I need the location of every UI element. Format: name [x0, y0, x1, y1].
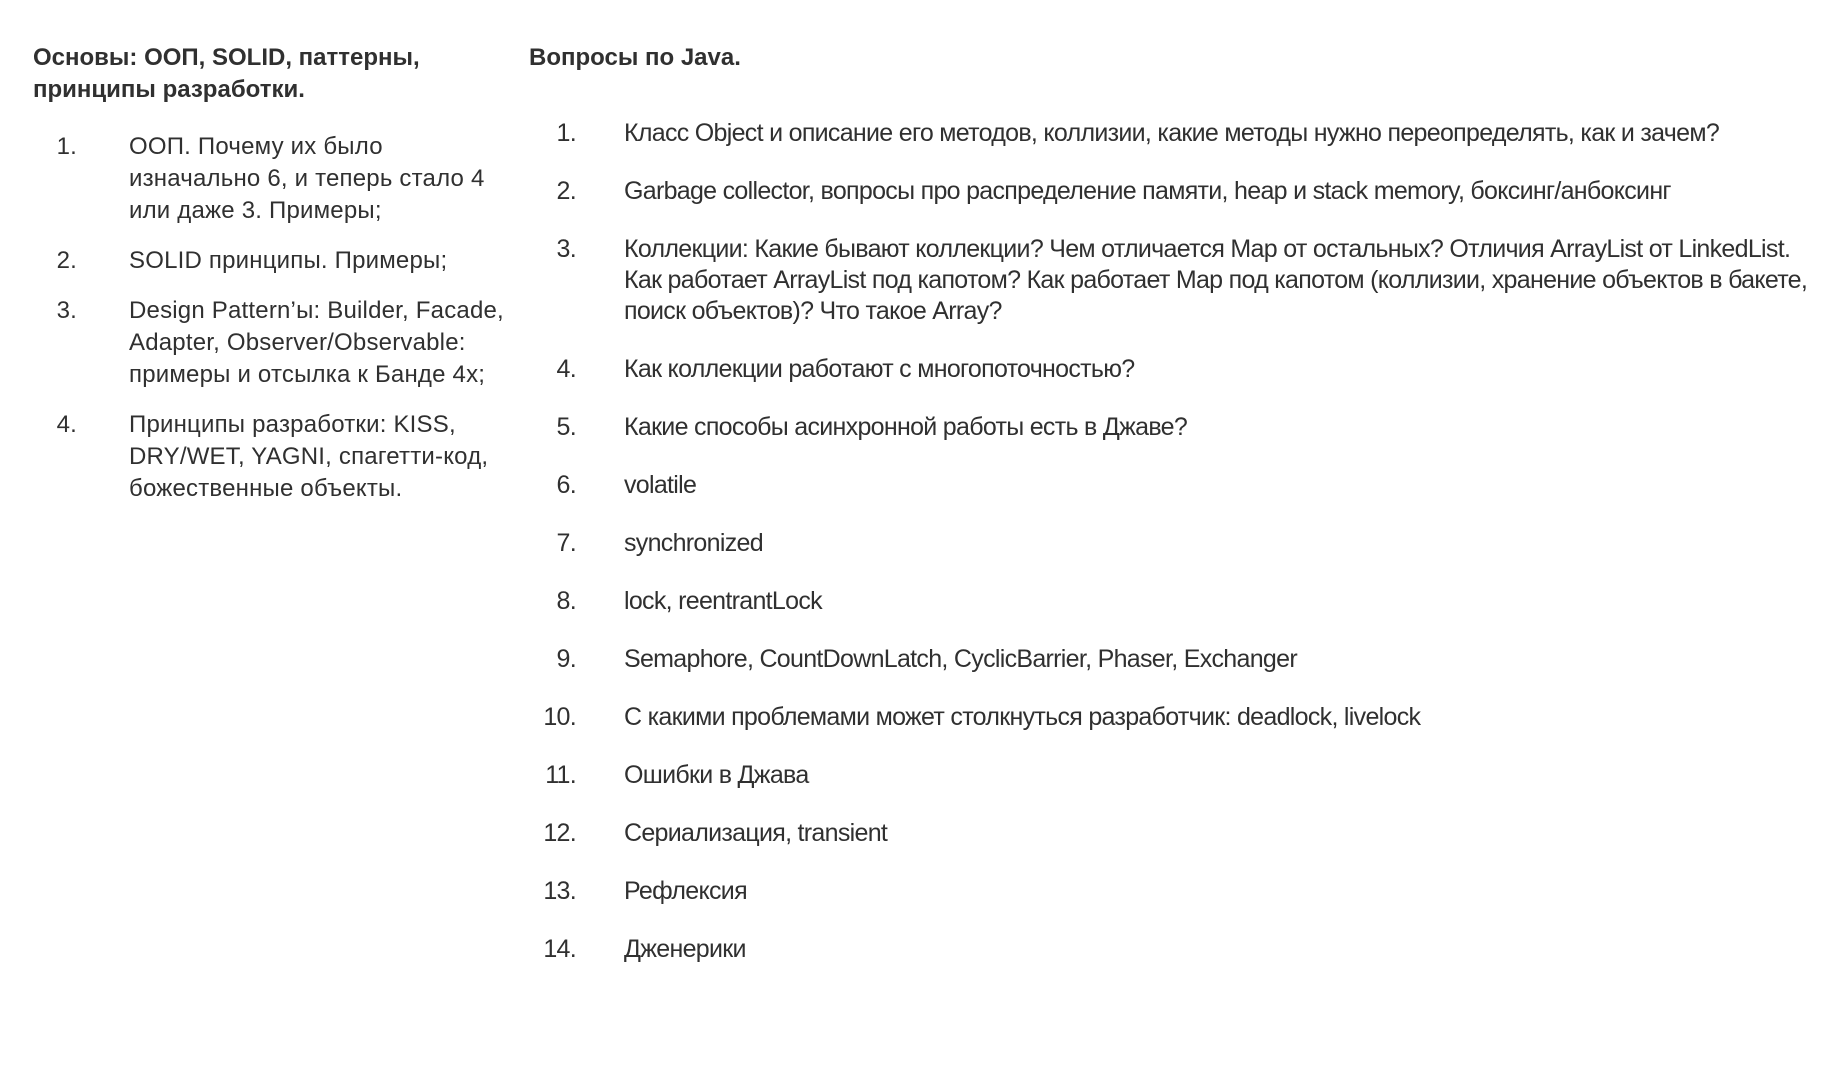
item-text: lock, reentrantLock — [624, 587, 823, 615]
item-text: Рефлексия — [624, 877, 748, 905]
item-number: 1. — [556, 119, 577, 147]
item-number: 3. — [556, 235, 577, 263]
item-number: 5. — [556, 413, 577, 441]
item-text: SOLID принципы. Примеры; — [129, 247, 448, 274]
list-item: 4. Как коллекции работают с многопоточнос… — [529, 354, 1824, 385]
item-text: Сериализация, transient — [624, 819, 888, 847]
list-item: 1. ООП. Почему их было изначально 6, и те… — [33, 131, 509, 227]
list-item: 8. lock, reentrantLock — [529, 586, 1824, 617]
item-text: synchronized — [624, 529, 764, 557]
item-text: Дженерики — [624, 935, 746, 963]
left-heading: Основы: ООП, SOLID, паттерны, принципы р… — [33, 44, 420, 103]
list-item: 5. Какие способы асинхронной работы есть … — [529, 412, 1824, 443]
right-list: 1. Класс Object и описание его методов, к… — [529, 118, 1829, 965]
list-item: 12. Сериализация, transient — [529, 818, 1824, 849]
item-text: Какие способы асинхронной работы есть в … — [624, 413, 1188, 441]
item-number: 13. — [543, 877, 576, 905]
item-number: 7. — [556, 529, 577, 557]
list-item: 4. Принципы разработки: KISS, DRY/WET, YA… — [33, 409, 509, 505]
item-number: 8. — [556, 587, 577, 615]
list-item: 2. SOLID принципы. Примеры; — [33, 245, 509, 277]
left-column: Основы: ООП, SOLID, паттерны, принципы р… — [33, 42, 513, 523]
item-number: 9. — [556, 645, 577, 673]
item-text: volatile — [624, 471, 697, 499]
item-text: Ошибки в Джава — [624, 761, 809, 789]
list-item: 3. Design Pattern’ы: Builder, Facade, Ada… — [33, 295, 509, 391]
item-number: 14. — [543, 935, 576, 963]
list-item: 2. Garbage collector, вопросы про распред… — [529, 176, 1824, 207]
list-item: 10. С какими проблемами может столкнуться… — [529, 702, 1824, 733]
list-item: 9. Semaphore, CountDownLatch, CyclicBarri… — [529, 644, 1824, 675]
item-number: 11. — [545, 761, 577, 789]
item-text: Semaphore, CountDownLatch, CyclicBarrier… — [624, 645, 1298, 673]
item-number: 2. — [56, 247, 77, 274]
right-column: Вопросы по Java. 1. Класс Object и описан… — [529, 42, 1829, 992]
left-list: 1. ООП. Почему их было изначально 6, и те… — [33, 131, 513, 505]
item-number: 1. — [56, 133, 77, 160]
item-number: 2. — [556, 177, 577, 205]
list-item: 7. synchronized — [529, 528, 1824, 559]
item-number: 4. — [56, 411, 77, 438]
list-item: 3. Коллекции: Какие бывают коллекции? Чем… — [529, 234, 1824, 327]
list-item: 1. Класс Object и описание его методов, к… — [529, 118, 1824, 149]
list-item: 11. Ошибки в Джава — [529, 760, 1824, 791]
item-number: 4. — [556, 355, 577, 383]
item-text: Принципы разработки: KISS, DRY/WET, YAGN… — [129, 411, 489, 502]
list-item: 14. Дженерики — [529, 934, 1824, 965]
item-number: 3. — [56, 297, 77, 324]
item-text: ООП. Почему их было изначально 6, и тепе… — [129, 133, 485, 224]
item-number: 12. — [543, 819, 576, 847]
item-number: 10. — [543, 703, 576, 731]
item-text: С какими проблемами может столкнуться ра… — [624, 703, 1421, 731]
item-text: Коллекции: Какие бывают коллекции? Чем о… — [624, 235, 1808, 325]
item-text: Garbage collector, вопросы про распредел… — [624, 177, 1672, 205]
item-text: Класс Object и описание его методов, кол… — [624, 119, 1720, 147]
list-item: 6. volatile — [529, 470, 1824, 501]
item-number: 6. — [556, 471, 577, 499]
item-text: Design Pattern’ы: Builder, Facade, Adapt… — [129, 297, 504, 388]
list-item: 13. Рефлексия — [529, 876, 1824, 907]
right-heading: Вопросы по Java. — [529, 44, 741, 71]
item-text: Как коллекции работают с многопоточность… — [624, 355, 1135, 383]
